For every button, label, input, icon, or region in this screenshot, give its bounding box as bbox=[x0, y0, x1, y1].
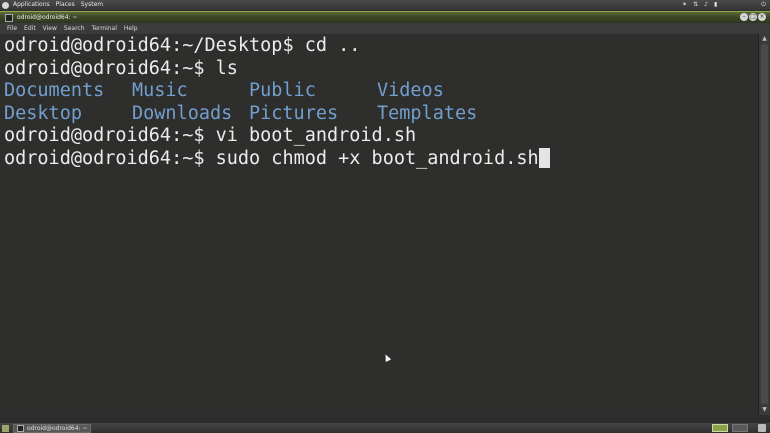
trash-icon[interactable] bbox=[758, 424, 766, 432]
directory-entry: Downloads bbox=[132, 102, 233, 124]
directory-entry: Desktop bbox=[4, 102, 82, 124]
workspace-2[interactable] bbox=[732, 424, 748, 432]
bluetooth-icon[interactable]: ✶ bbox=[682, 0, 687, 10]
maximize-button[interactable]: □ bbox=[749, 13, 757, 21]
window-titlebar[interactable]: odroid@odroid64: ~ – □ × bbox=[0, 11, 770, 23]
taskbar-window-button[interactable]: odroid@odroid64: ~ bbox=[13, 423, 91, 433]
window-controls: – □ × bbox=[739, 13, 766, 21]
terminal-current-line: odroid@odroid64:~$ sudo chmod +x boot_an… bbox=[4, 147, 758, 171]
terminal-icon bbox=[17, 424, 24, 432]
menu-edit[interactable]: Edit bbox=[24, 23, 36, 34]
top-panel: Applications Places System ✶ ⇅ ♪ ▮ ⏻ bbox=[0, 0, 770, 10]
directory-entry: Videos bbox=[377, 80, 444, 102]
ls-output-row: Documents Music Public Videos bbox=[4, 80, 758, 103]
bottom-panel: odroid@odroid64: ~ bbox=[0, 423, 770, 433]
terminal-line: odroid@odroid64:~/Desktop$ cd .. bbox=[4, 35, 361, 56]
volume-icon[interactable]: ♪ bbox=[704, 0, 708, 10]
scroll-down-arrow-icon[interactable]: ▼ bbox=[760, 406, 769, 414]
network-icon[interactable]: ⇅ bbox=[693, 0, 698, 10]
applications-menu[interactable]: Applications bbox=[13, 0, 50, 10]
directory-entry: Templates bbox=[377, 102, 478, 124]
terminal-output[interactable]: odroid@odroid64:~/Desktop$ cd .. odroid@… bbox=[0, 34, 758, 415]
scroll-up-arrow-icon[interactable]: ▲ bbox=[760, 35, 769, 43]
terminal-menubar: File Edit View Search Terminal Help bbox=[0, 23, 770, 34]
minimize-button[interactable]: – bbox=[740, 13, 748, 21]
menu-terminal[interactable]: Terminal bbox=[92, 23, 117, 34]
menu-search[interactable]: Search bbox=[64, 23, 85, 34]
places-menu[interactable]: Places bbox=[56, 0, 75, 10]
system-tray: ✶ ⇅ ♪ ▮ ⏻ bbox=[676, 0, 766, 10]
window-title: odroid@odroid64: ~ bbox=[17, 14, 78, 21]
menu-file[interactable]: File bbox=[7, 23, 17, 34]
workspace-1[interactable] bbox=[712, 424, 728, 432]
ls-output-row: Desktop Downloads Pictures Templates bbox=[4, 103, 758, 126]
terminal-command: odroid@odroid64:~$ sudo chmod +x boot_an… bbox=[4, 147, 539, 169]
taskbar-window-label: odroid@odroid64: ~ bbox=[27, 424, 88, 432]
power-icon[interactable]: ⏻ bbox=[761, 0, 766, 10]
directory-entry: Music bbox=[132, 80, 188, 102]
close-button[interactable]: × bbox=[758, 13, 766, 21]
directory-entry: Pictures bbox=[249, 102, 339, 124]
scrollbar-thumb[interactable] bbox=[761, 44, 768, 404]
menu-help[interactable]: Help bbox=[124, 23, 138, 34]
terminal-scrollbar[interactable]: ▲ ▼ bbox=[758, 34, 770, 415]
terminal-icon bbox=[5, 13, 13, 22]
desktop-screen: Applications Places System ✶ ⇅ ♪ ▮ ⏻ odr… bbox=[0, 0, 770, 433]
show-desktop-icon[interactable] bbox=[2, 424, 9, 432]
ubuntu-logo-icon[interactable] bbox=[2, 1, 9, 9]
text-cursor bbox=[538, 147, 550, 168]
directory-entry: Documents bbox=[4, 80, 105, 102]
directory-entry: Public bbox=[249, 80, 316, 102]
terminal-line: odroid@odroid64:~$ vi boot_android.sh bbox=[4, 125, 417, 147]
battery-icon[interactable]: ▮ bbox=[714, 0, 717, 10]
menu-view[interactable]: View bbox=[43, 23, 57, 34]
system-menu[interactable]: System bbox=[81, 0, 103, 10]
terminal-line: odroid@odroid64:~$ ls bbox=[4, 57, 238, 79]
